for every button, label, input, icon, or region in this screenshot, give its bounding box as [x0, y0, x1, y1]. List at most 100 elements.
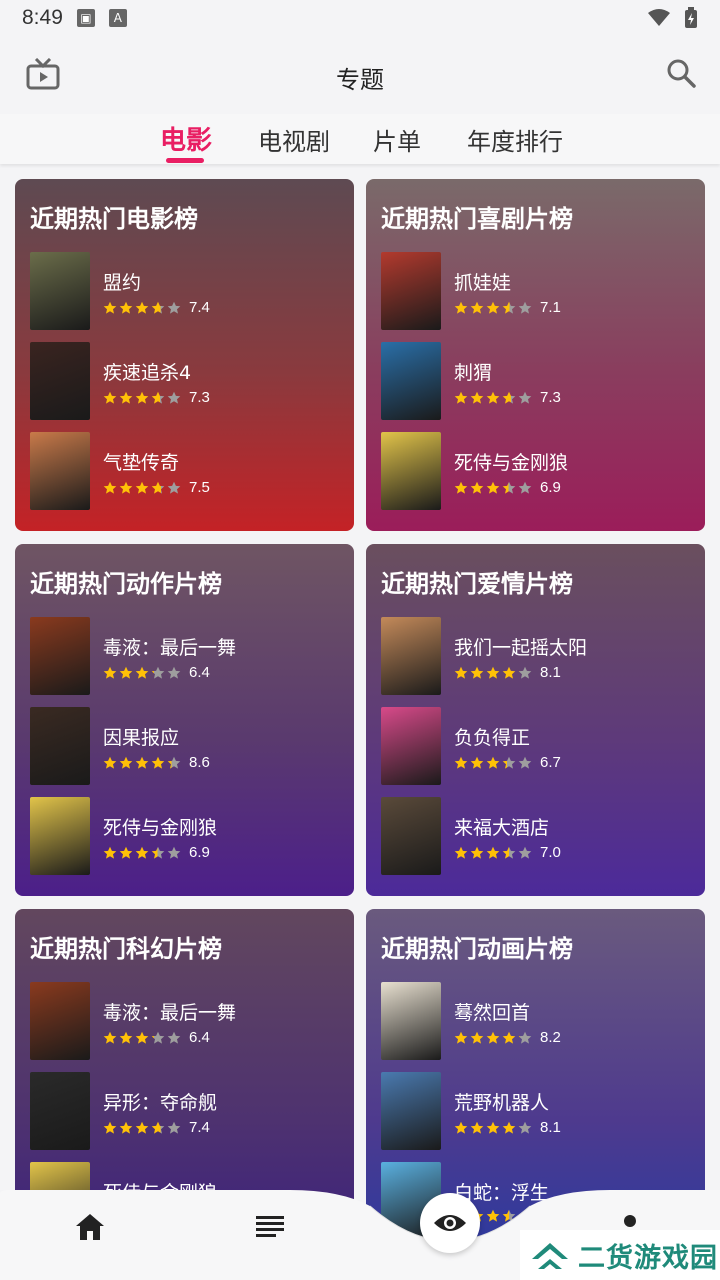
rating-score: 7.5: [189, 479, 210, 496]
star-icon: [454, 846, 468, 859]
card-title: 近期热门电影榜: [30, 205, 198, 233]
star-icon: [470, 666, 484, 679]
movie-item[interactable]: 刺猬 7.3: [381, 342, 701, 420]
movie-item[interactable]: 负负得正 6.7: [381, 707, 701, 785]
movie-poster[interactable]: [381, 707, 441, 785]
star-icon: [119, 666, 133, 679]
movie-name: 刺猬: [454, 362, 493, 384]
movie-name: 来福大酒店: [454, 817, 550, 839]
movie-item[interactable]: 盟约 7.4: [30, 252, 350, 330]
card-title: 近期热门动画片榜: [381, 935, 573, 963]
movie-item[interactable]: 疾速追杀4 7.3: [30, 342, 350, 420]
movie-poster[interactable]: [381, 982, 441, 1060]
tab-movie[interactable]: 电影: [160, 120, 212, 157]
rating-score: 7.0: [540, 844, 561, 861]
star-icon: [151, 846, 165, 859]
movie-name: 异形：夺命舰: [103, 1092, 218, 1114]
star-icon: [518, 756, 532, 769]
movie-item[interactable]: 来福大酒店 7.0: [381, 797, 701, 875]
movie-item[interactable]: 荒野机器人 8.1: [381, 1072, 701, 1150]
movie-poster[interactable]: [381, 432, 441, 510]
rating-stars: 8.1: [454, 664, 561, 681]
ranking-card[interactable]: 近期热门动作片榜 毒液：最后一舞 6.4 因果报应 8.6 死侍与金刚狼 6.9: [15, 544, 354, 896]
star-icon: [119, 756, 133, 769]
movie-poster[interactable]: [30, 252, 90, 330]
movie-poster[interactable]: [381, 797, 441, 875]
movie-poster[interactable]: [30, 707, 90, 785]
tab-tv-series[interactable]: 电视剧: [258, 122, 330, 157]
rating-stars: 7.3: [103, 389, 210, 406]
movie-item[interactable]: 我们一起摇太阳 8.1: [381, 617, 701, 695]
movie-poster[interactable]: [30, 982, 90, 1060]
star-icon: [454, 1121, 468, 1134]
status-bar: 8:49 ▣ A: [0, 0, 720, 36]
star-icon: [502, 846, 516, 859]
movie-poster[interactable]: [30, 1072, 90, 1150]
movie-item[interactable]: 异形：夺命舰 7.4: [30, 1072, 350, 1150]
watermark-logo-icon: [532, 1243, 568, 1269]
card-title: 近期热门科幻片榜: [30, 935, 222, 963]
rating-stars: 7.4: [103, 299, 210, 316]
movie-poster[interactable]: [30, 432, 90, 510]
rating-stars: 7.5: [103, 479, 210, 496]
eye-button[interactable]: [420, 1193, 480, 1253]
star-icon: [470, 846, 484, 859]
star-icon: [454, 666, 468, 679]
watermark-text: 二货游戏园: [578, 1242, 718, 1274]
movie-name: 荒野机器人: [454, 1092, 550, 1114]
search-icon[interactable]: [666, 58, 696, 88]
movie-name: 盟约: [103, 272, 142, 294]
tab-annual-ranking[interactable]: 年度排行: [467, 122, 563, 157]
star-icon: [518, 846, 532, 859]
star-icon: [103, 391, 117, 404]
movie-poster[interactable]: [30, 342, 90, 420]
rating-stars: 7.1: [454, 299, 561, 316]
movie-item[interactable]: 死侍与金刚狼 6.9: [381, 432, 701, 510]
list-icon[interactable]: [256, 1214, 284, 1238]
movie-item[interactable]: 毒液：最后一舞 6.4: [30, 617, 350, 695]
movie-poster[interactable]: [381, 1072, 441, 1150]
movie-poster[interactable]: [30, 797, 90, 875]
star-icon: [486, 756, 500, 769]
star-icon: [518, 1031, 532, 1044]
rating-stars: 7.3: [454, 389, 561, 406]
movie-poster[interactable]: [381, 252, 441, 330]
rating-score: 7.4: [189, 299, 210, 316]
rating-stars: 6.9: [103, 844, 210, 861]
star-icon: [135, 756, 149, 769]
star-icon: [151, 1031, 165, 1044]
star-icon: [454, 756, 468, 769]
star-icon: [454, 1031, 468, 1044]
ranking-card[interactable]: 近期热门电影榜盟约 7.4 疾速追杀4 7.3 气垫传奇 7.5: [15, 179, 354, 531]
star-icon: [454, 301, 468, 314]
card-title: 近期热门喜剧片榜: [381, 205, 573, 233]
ranking-card[interactable]: 近期热门喜剧片榜抓娃娃 7.1 刺猬 7.3 死侍与金刚狼 6.9: [366, 179, 705, 531]
star-icon: [135, 301, 149, 314]
font-notification-icon: A: [108, 9, 127, 27]
star-icon: [486, 846, 500, 859]
movie-item[interactable]: 抓娃娃 7.1: [381, 252, 701, 330]
dot-icon[interactable]: [624, 1215, 636, 1227]
movie-name: 抓娃娃: [454, 272, 512, 294]
movie-poster[interactable]: [30, 617, 90, 695]
home-icon[interactable]: [74, 1212, 106, 1242]
star-icon: [119, 1031, 133, 1044]
star-icon: [167, 301, 181, 314]
battery-icon: [685, 7, 697, 28]
movie-name: 疾速追杀4: [103, 362, 192, 384]
star-icon: [502, 391, 516, 404]
star-icon: [502, 301, 516, 314]
tab-playlist[interactable]: 片单: [373, 122, 421, 157]
rating-stars: 7.0: [454, 844, 561, 861]
star-icon: [518, 666, 532, 679]
movie-item[interactable]: 气垫传奇 7.5: [30, 432, 350, 510]
movie-poster[interactable]: [381, 342, 441, 420]
star-icon: [518, 391, 532, 404]
movie-item[interactable]: 蓦然回首 8.2: [381, 982, 701, 1060]
star-icon: [119, 481, 133, 494]
ranking-card[interactable]: 近期热门爱情片榜 我们一起摇太阳 8.1 负负得正 6.7 来福大酒店 7.0: [366, 544, 705, 896]
movie-poster[interactable]: [381, 617, 441, 695]
movie-item[interactable]: 因果报应 8.6: [30, 707, 350, 785]
movie-item[interactable]: 死侍与金刚狼 6.9: [30, 797, 350, 875]
movie-item[interactable]: 毒液：最后一舞 6.4: [30, 982, 350, 1060]
